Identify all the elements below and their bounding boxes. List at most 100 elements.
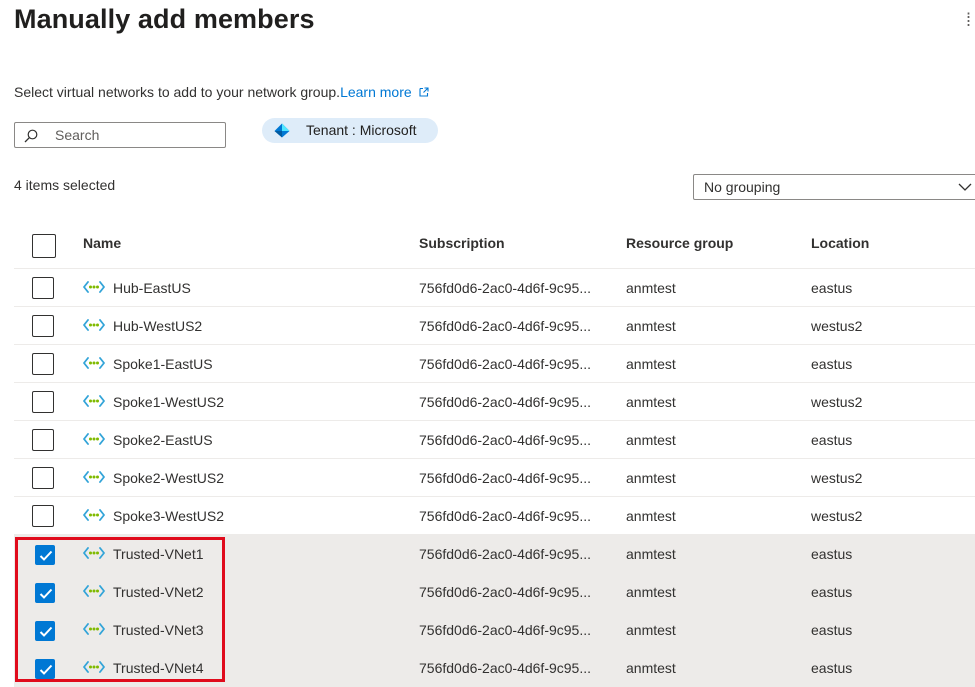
virtual-network-icon — [83, 317, 105, 338]
row-checkbox[interactable] — [32, 429, 54, 451]
row-checkbox[interactable] — [35, 621, 55, 641]
row-checkbox[interactable] — [35, 659, 55, 679]
row-resource-group: anmtest — [626, 470, 676, 486]
more-options-icon[interactable]: ⁞ — [966, 10, 971, 31]
row-location: eastus — [811, 660, 853, 676]
virtual-network-icon — [83, 545, 105, 566]
row-location: westus2 — [811, 318, 863, 334]
row-subscription: 756fd0d6-2ac0-4d6f-9c95... — [419, 622, 592, 638]
row-location: eastus — [811, 584, 853, 600]
table-row[interactable]: Hub-EastUS 756fd0d6-2ac0-4d6f-9c95... anmt… — [14, 269, 975, 307]
row-name[interactable]: Trusted-VNet3 — [113, 622, 204, 638]
open-in-new-icon — [419, 87, 429, 97]
table-header: Name Subscription Resource group Locatio… — [14, 222, 975, 269]
description: Select virtual networks to add to your n… — [14, 84, 429, 100]
row-name[interactable]: Trusted-VNet2 — [113, 584, 204, 600]
virtual-network-icon — [83, 431, 105, 452]
row-resource-group: anmtest — [626, 660, 676, 676]
row-subscription: 756fd0d6-2ac0-4d6f-9c95... — [419, 584, 592, 600]
row-checkbox[interactable] — [32, 467, 54, 489]
row-resource-group: anmtest — [626, 546, 676, 562]
grouping-dropdown[interactable]: No grouping — [693, 174, 975, 200]
row-name[interactable]: Trusted-VNet4 — [113, 660, 204, 676]
search-input[interactable] — [55, 126, 215, 144]
tenant-icon — [274, 123, 290, 138]
row-checkbox[interactable] — [32, 315, 54, 337]
column-header-resource-group[interactable]: Resource group — [626, 235, 733, 251]
row-location: eastus — [811, 356, 853, 372]
virtual-network-icon — [83, 583, 105, 604]
search-icon — [24, 129, 38, 143]
row-name[interactable]: Spoke2-EastUS — [113, 432, 213, 448]
row-location: westus2 — [811, 508, 863, 524]
virtual-network-icon — [83, 469, 105, 490]
table-row[interactable]: Trusted-VNet2 756fd0d6-2ac0-4d6f-9c95... a… — [14, 573, 975, 611]
vnet-table: Name Subscription Resource group Locatio… — [14, 222, 975, 687]
row-name[interactable]: Spoke3-WestUS2 — [113, 508, 224, 524]
row-subscription: 756fd0d6-2ac0-4d6f-9c95... — [419, 508, 592, 524]
tenant-filter-label: Tenant : Microsoft — [306, 122, 417, 138]
row-subscription: 756fd0d6-2ac0-4d6f-9c95... — [419, 318, 592, 334]
table-body: Hub-EastUS 756fd0d6-2ac0-4d6f-9c95... anmt… — [14, 269, 975, 687]
virtual-network-icon — [83, 393, 105, 414]
row-name[interactable]: Spoke1-WestUS2 — [113, 394, 224, 410]
row-resource-group: anmtest — [626, 622, 676, 638]
learn-more-link[interactable]: Learn more — [340, 84, 429, 100]
row-location: eastus — [811, 622, 853, 638]
row-name[interactable]: Trusted-VNet1 — [113, 546, 204, 562]
row-subscription: 756fd0d6-2ac0-4d6f-9c95... — [419, 280, 592, 296]
row-subscription: 756fd0d6-2ac0-4d6f-9c95... — [419, 356, 592, 372]
description-text: Select virtual networks to add to your n… — [14, 84, 341, 100]
row-resource-group: anmtest — [626, 280, 676, 296]
table-row[interactable]: Spoke1-WestUS2 756fd0d6-2ac0-4d6f-9c95...… — [14, 383, 975, 421]
selected-count: 4 items selected — [14, 177, 116, 193]
table-row[interactable]: Spoke2-EastUS 756fd0d6-2ac0-4d6f-9c95... a… — [14, 421, 975, 459]
row-checkbox[interactable] — [32, 505, 54, 527]
row-name[interactable]: Spoke2-WestUS2 — [113, 470, 224, 486]
row-name[interactable]: Spoke1-EastUS — [113, 356, 213, 372]
row-location: eastus — [811, 280, 853, 296]
row-resource-group: anmtest — [626, 584, 676, 600]
column-header-location[interactable]: Location — [811, 235, 869, 251]
virtual-network-icon — [83, 507, 105, 528]
row-name[interactable]: Hub-WestUS2 — [113, 318, 202, 334]
grouping-value: No grouping — [704, 179, 781, 195]
row-subscription: 756fd0d6-2ac0-4d6f-9c95... — [419, 394, 592, 410]
row-resource-group: anmtest — [626, 394, 676, 410]
virtual-network-icon — [83, 355, 105, 376]
row-resource-group: anmtest — [626, 432, 676, 448]
row-checkbox[interactable] — [32, 277, 54, 299]
table-row[interactable]: Trusted-VNet3 756fd0d6-2ac0-4d6f-9c95... a… — [14, 611, 975, 649]
row-checkbox[interactable] — [32, 391, 54, 413]
row-subscription: 756fd0d6-2ac0-4d6f-9c95... — [419, 660, 592, 676]
column-header-name[interactable]: Name — [83, 235, 121, 251]
table-row[interactable]: Hub-WestUS2 756fd0d6-2ac0-4d6f-9c95... anm… — [14, 307, 975, 345]
row-checkbox[interactable] — [32, 353, 54, 375]
virtual-network-icon — [83, 279, 105, 300]
row-resource-group: anmtest — [626, 508, 676, 524]
row-location: westus2 — [811, 394, 863, 410]
learn-more-label: Learn more — [340, 84, 412, 100]
row-subscription: 756fd0d6-2ac0-4d6f-9c95... — [419, 546, 592, 562]
virtual-network-icon — [83, 621, 105, 642]
table-row[interactable]: Spoke3-WestUS2 756fd0d6-2ac0-4d6f-9c95...… — [14, 497, 975, 535]
row-location: eastus — [811, 546, 853, 562]
column-header-subscription[interactable]: Subscription — [419, 235, 505, 251]
row-location: eastus — [811, 432, 853, 448]
panel-title: Manually add members — [14, 4, 315, 34]
chevron-down-icon — [958, 183, 972, 191]
tenant-filter-pill[interactable]: Tenant : Microsoft — [262, 118, 438, 143]
row-resource-group: anmtest — [626, 356, 676, 372]
table-row[interactable]: Spoke1-EastUS 756fd0d6-2ac0-4d6f-9c95... a… — [14, 345, 975, 383]
row-checkbox[interactable] — [35, 583, 55, 603]
table-row[interactable]: Trusted-VNet1 756fd0d6-2ac0-4d6f-9c95... a… — [14, 535, 975, 573]
search-box[interactable] — [14, 122, 226, 148]
table-row[interactable]: Trusted-VNet4 756fd0d6-2ac0-4d6f-9c95... a… — [14, 649, 975, 687]
row-location: westus2 — [811, 470, 863, 486]
row-resource-group: anmtest — [626, 318, 676, 334]
select-all-checkbox[interactable] — [32, 234, 56, 258]
table-row[interactable]: Spoke2-WestUS2 756fd0d6-2ac0-4d6f-9c95...… — [14, 459, 975, 497]
virtual-network-icon — [83, 659, 105, 680]
row-name[interactable]: Hub-EastUS — [113, 280, 191, 296]
row-checkbox[interactable] — [35, 545, 55, 565]
